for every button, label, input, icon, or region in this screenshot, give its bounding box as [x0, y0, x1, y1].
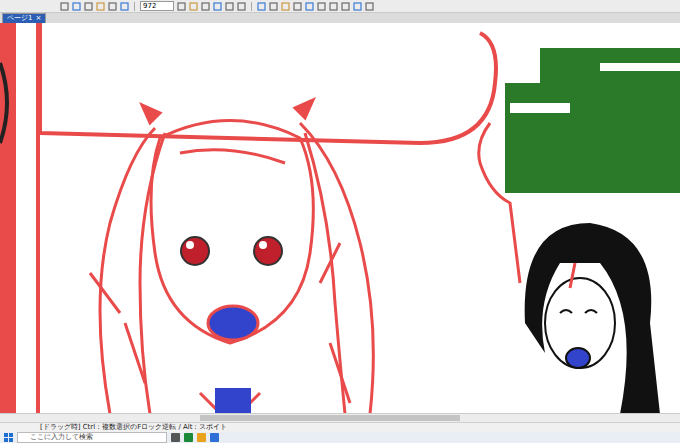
taskbar-search[interactable]: ここに入力して検索	[17, 432, 167, 443]
search-placeholder: ここに入力して検索	[30, 433, 93, 441]
tool-icon[interactable]	[365, 2, 374, 11]
tool-icon[interactable]	[281, 2, 290, 11]
scroll-thumb[interactable]	[200, 415, 460, 421]
tool-icon[interactable]	[269, 2, 278, 11]
tool-icon[interactable]	[177, 2, 186, 11]
status-bar: [ドラッグ時] Ctrl：複数選択のFロック逆転 / Alt：スポイト	[0, 422, 680, 432]
tool-icon[interactable]	[189, 2, 198, 11]
tool-icon[interactable]	[257, 2, 266, 11]
status-text: [ドラッグ時] Ctrl：複数選択のFロック逆転 / Alt：スポイト	[40, 423, 227, 431]
toolbar-separator	[251, 2, 252, 11]
toolbar	[0, 0, 680, 13]
tool-icon[interactable]	[225, 2, 234, 11]
tool-icon[interactable]	[60, 2, 69, 11]
zoom-field[interactable]	[140, 1, 174, 11]
canvas[interactable]	[0, 23, 680, 413]
folder-icon[interactable]	[197, 433, 206, 442]
tool-icon[interactable]	[84, 2, 93, 11]
tool-icon[interactable]	[237, 2, 246, 11]
tool-icon[interactable]	[341, 2, 350, 11]
tab-strip: ページ1×	[0, 13, 680, 23]
tool-icon[interactable]	[96, 2, 105, 11]
tool-icon[interactable]	[353, 2, 362, 11]
app-icon[interactable]	[184, 433, 193, 442]
tool-icon[interactable]	[201, 2, 210, 11]
tool-icon[interactable]	[120, 2, 129, 11]
task-view-icon[interactable]	[171, 433, 180, 442]
tool-icon[interactable]	[108, 2, 117, 11]
browser-icon[interactable]	[210, 433, 219, 442]
tool-icon[interactable]	[317, 2, 326, 11]
tab-label: ページ1	[7, 14, 32, 23]
horizontal-scrollbar[interactable]	[0, 413, 680, 422]
taskbar: ここに入力して検索	[0, 432, 680, 443]
tool-icon[interactable]	[293, 2, 302, 11]
app-window: ページ1×	[0, 0, 680, 443]
tool-icon[interactable]	[72, 2, 81, 11]
tool-icon[interactable]	[305, 2, 314, 11]
tool-icon[interactable]	[213, 2, 222, 11]
tool-icon[interactable]	[329, 2, 338, 11]
toolbar-separator	[134, 2, 135, 11]
page-tab[interactable]: ページ1×	[2, 13, 46, 23]
tab-close-button[interactable]: ×	[35, 14, 41, 23]
windows-logo-icon[interactable]	[4, 433, 13, 442]
artwork-icon	[0, 23, 680, 413]
